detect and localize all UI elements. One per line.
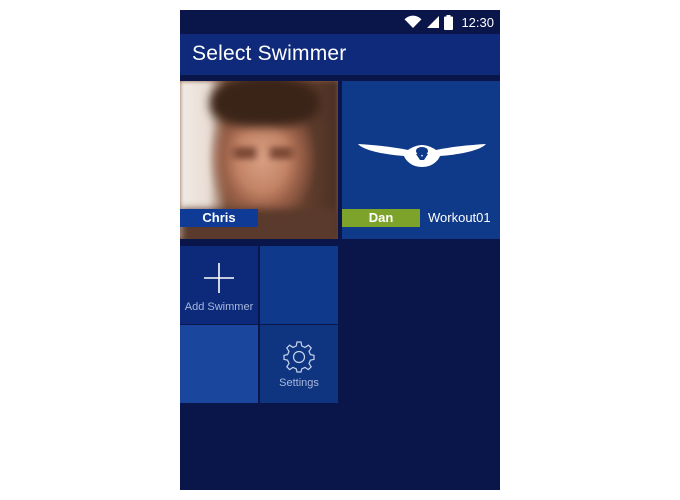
status-icons: 12:30 xyxy=(404,13,494,31)
app-bar: Select Swimmer xyxy=(180,34,500,75)
battery-icon xyxy=(444,14,454,30)
page-title: Select Swimmer xyxy=(192,42,347,65)
swimmer-name-chris: Chris xyxy=(180,209,258,227)
phone-screen: 12:30 Select Swimmer Chris Dan Workout01… xyxy=(180,10,500,490)
avatar-photo-hair xyxy=(210,81,320,127)
wifi-icon xyxy=(404,15,422,28)
status-time: 12:30 xyxy=(461,14,494,30)
status-bar: 12:30 xyxy=(180,10,500,34)
empty-tile xyxy=(260,246,338,324)
swimmer-workout-dan: Workout01 xyxy=(428,210,491,225)
swimmer-icon xyxy=(358,144,486,167)
settings-button[interactable]: Settings xyxy=(260,325,338,403)
avatar-photo-eyes xyxy=(228,147,298,159)
swimmer-name-dan: Dan xyxy=(342,209,420,227)
add-swimmer-button[interactable]: Add Swimmer xyxy=(180,246,258,324)
empty-tile xyxy=(180,325,258,403)
cell-signal-icon xyxy=(427,16,440,28)
gear-icon xyxy=(283,341,315,373)
plus-icon xyxy=(204,263,234,293)
add-swimmer-label: Add Swimmer xyxy=(184,301,254,313)
settings-label: Settings xyxy=(279,377,319,389)
